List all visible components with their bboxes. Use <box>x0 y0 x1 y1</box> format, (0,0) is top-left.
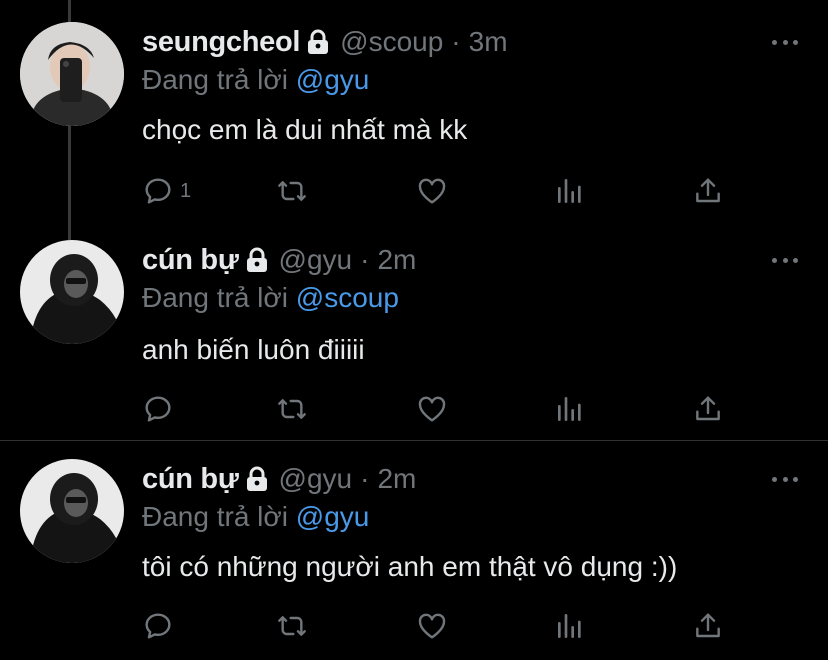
tweet-header: cún bự @gyu · 2m <box>142 461 416 497</box>
like-button[interactable] <box>416 393 448 425</box>
handle[interactable]: @gyu <box>279 244 353 276</box>
analytics-icon <box>558 397 581 421</box>
reply-prefix: Đang trả lời <box>142 282 288 313</box>
more-icon[interactable] <box>772 475 798 483</box>
reply-prefix: Đang trả lời <box>142 501 288 532</box>
timeline: seungcheol @scoup · 3m Đang trả lời @gyu… <box>0 0 828 660</box>
share-button[interactable] <box>692 610 724 642</box>
display-name[interactable]: cún bự <box>142 244 239 277</box>
separator-dot: · <box>451 26 461 57</box>
heart-icon <box>418 178 446 204</box>
retweet-button[interactable] <box>276 610 308 642</box>
action-bar <box>142 610 742 642</box>
action-bar <box>142 393 742 425</box>
share-button[interactable] <box>692 175 724 207</box>
avatar[interactable] <box>20 22 124 126</box>
heart-icon <box>418 396 446 422</box>
share-icon <box>696 396 720 421</box>
tweet[interactable]: seungcheol @scoup · 3m Đang trả lời @gyu… <box>0 0 828 220</box>
reply-icon <box>145 396 171 422</box>
share-icon <box>696 613 720 638</box>
more-icon[interactable] <box>772 38 798 46</box>
avatar-photo <box>20 22 124 126</box>
reply-button[interactable] <box>142 610 180 642</box>
avatar-photo <box>20 459 124 563</box>
reply-icon <box>145 613 171 639</box>
avatar[interactable] <box>20 459 124 563</box>
like-button[interactable] <box>416 175 448 207</box>
more-icon[interactable] <box>772 256 798 264</box>
retweet-icon <box>278 399 306 419</box>
lock-icon <box>245 466 269 492</box>
retweet-button[interactable] <box>276 393 308 425</box>
analytics-button[interactable] <box>554 175 586 207</box>
retweet-icon <box>278 616 306 636</box>
avatar-photo <box>20 240 124 344</box>
separator-dot: · <box>360 244 370 275</box>
reply-context: Đang trả lời @gyu <box>142 501 369 533</box>
reply-icon <box>145 178 171 204</box>
reply-context: Đang trả lời @gyu <box>142 64 369 96</box>
retweet-button[interactable] <box>276 175 308 207</box>
analytics-button[interactable] <box>554 610 586 642</box>
timestamp[interactable]: 2m <box>377 244 416 276</box>
reply-count: 1 <box>180 179 192 202</box>
handle[interactable]: @scoup <box>340 26 443 58</box>
tweet-header: seungcheol @scoup · 3m <box>142 24 508 60</box>
analytics-button[interactable] <box>554 393 586 425</box>
tweet-header: cún bự @gyu · 2m <box>142 242 416 278</box>
tweet-text: tôi có những người anh em thật vô dụng :… <box>142 551 678 582</box>
share-icon <box>696 178 720 203</box>
timestamp[interactable]: 3m <box>469 26 508 58</box>
share-button[interactable] <box>692 393 724 425</box>
action-bar: 1 <box>142 175 742 207</box>
retweet-icon <box>278 181 306 201</box>
tweet-text: chọc em là dui nhất mà kk <box>142 114 468 145</box>
lock-icon <box>245 247 269 273</box>
timestamp[interactable]: 2m <box>377 463 416 495</box>
display-name[interactable]: seungcheol <box>142 26 300 59</box>
analytics-icon <box>558 614 581 638</box>
lock-icon <box>306 29 330 55</box>
tweet-text: anh biến luôn điiiii <box>142 334 365 365</box>
reply-prefix: Đang trả lời <box>142 64 288 95</box>
handle[interactable]: @gyu <box>279 463 353 495</box>
like-button[interactable] <box>416 610 448 642</box>
reply-button[interactable]: 1 <box>142 175 191 207</box>
tweet[interactable]: cún bự @gyu · 2m Đang trả lời @gyu tôi c… <box>0 441 828 660</box>
analytics-icon <box>558 179 581 203</box>
reply-button[interactable] <box>142 393 180 425</box>
avatar[interactable] <box>20 240 124 344</box>
reply-context: Đang trả lời @scoup <box>142 282 399 314</box>
reply-to-link[interactable]: @scoup <box>296 282 399 313</box>
tweet[interactable]: cún bự @gyu · 2m Đang trả lời @scoup anh… <box>0 220 828 440</box>
reply-to-link[interactable]: @gyu <box>296 64 370 95</box>
separator-dot: · <box>360 463 370 494</box>
reply-to-link[interactable]: @gyu <box>296 501 370 532</box>
heart-icon <box>418 613 446 639</box>
display-name[interactable]: cún bự <box>142 463 239 496</box>
